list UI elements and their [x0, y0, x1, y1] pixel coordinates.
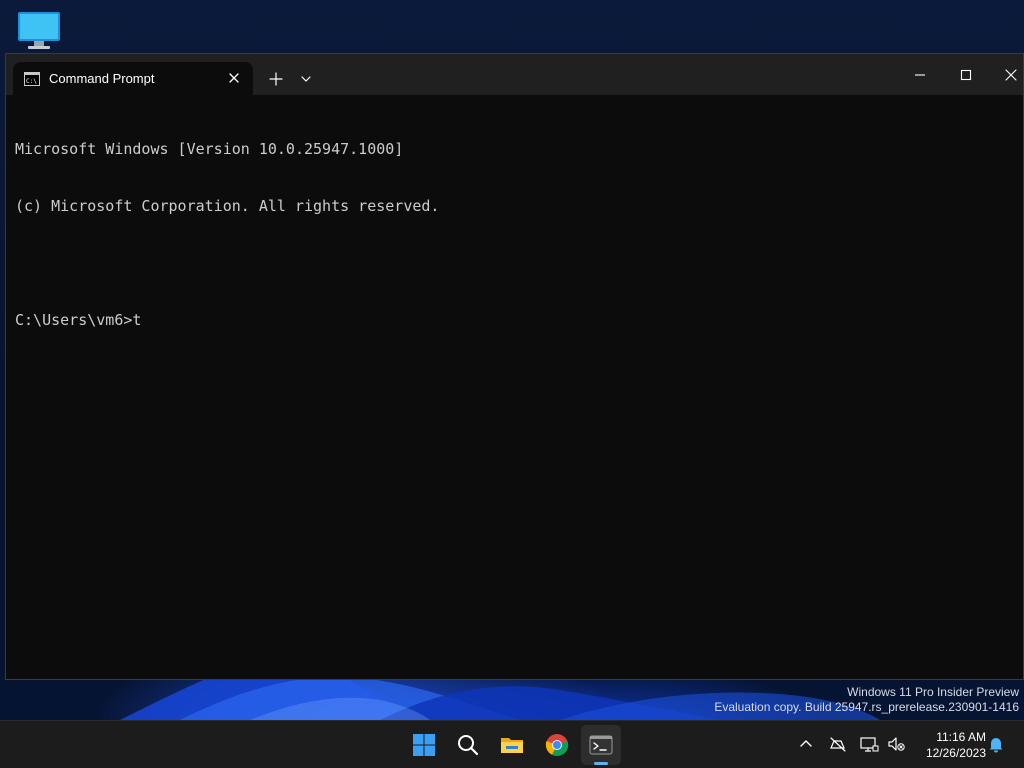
display-icon[interactable] — [859, 734, 879, 754]
svg-text:C:\: C:\ — [26, 78, 37, 85]
minimize-icon[interactable] — [909, 64, 931, 86]
chevron-up-icon[interactable] — [796, 734, 816, 754]
watermark-build: Evaluation copy. Build 25947.rs_prerelea… — [714, 700, 1019, 714]
watermark-edition: Windows 11 Pro Insider Preview — [847, 685, 1019, 699]
tab-dropdown-chevron-icon[interactable] — [296, 68, 316, 90]
terminal-icon[interactable] — [581, 725, 621, 765]
title-bar[interactable]: C:\ Command Prompt — [6, 54, 1023, 95]
terminal-window: C:\ Command Prompt Microsoft Windows [Ve… — [5, 53, 1024, 680]
clock-time: 11:16 AM — [936, 730, 986, 744]
evaluation-watermark: Windows 11 Pro Insider Preview Evaluatio… — [714, 685, 1019, 715]
tab-close-icon[interactable] — [225, 69, 243, 87]
clock[interactable]: 11:16 AM 12/26/2023 — [914, 729, 986, 761]
console-line: Microsoft Windows [Version 10.0.25947.10… — [15, 140, 404, 158]
search-icon[interactable] — [448, 725, 488, 765]
this-pc-monitor-icon[interactable] — [14, 8, 64, 52]
console-line: (c) Microsoft Corporation. All rights re… — [15, 197, 440, 215]
clock-date: 12/26/2023 — [925, 746, 986, 760]
chrome-icon[interactable] — [537, 725, 577, 765]
running-indicator — [594, 762, 608, 765]
tab-title: Command Prompt — [49, 71, 155, 86]
taskbar: 11:16 AM 12/26/2023 — [0, 720, 1024, 768]
console-output[interactable]: Microsoft Windows [Version 10.0.25947.10… — [15, 102, 1013, 669]
new-tab-plus-icon[interactable] — [265, 68, 287, 90]
tab-command-prompt[interactable]: C:\ Command Prompt — [13, 62, 253, 95]
maximize-icon[interactable] — [955, 64, 977, 86]
volume-muted-icon[interactable] — [886, 734, 906, 754]
file-explorer-icon[interactable] — [492, 725, 532, 765]
start-icon[interactable] — [404, 725, 444, 765]
console-prompt-line[interactable]: C:\Users\vm6>t — [15, 311, 1013, 330]
cmd-icon: C:\ — [24, 71, 40, 86]
notification-bell-icon[interactable] — [986, 734, 1006, 754]
close-icon[interactable] — [1000, 64, 1022, 86]
network-off-icon[interactable] — [828, 734, 848, 754]
